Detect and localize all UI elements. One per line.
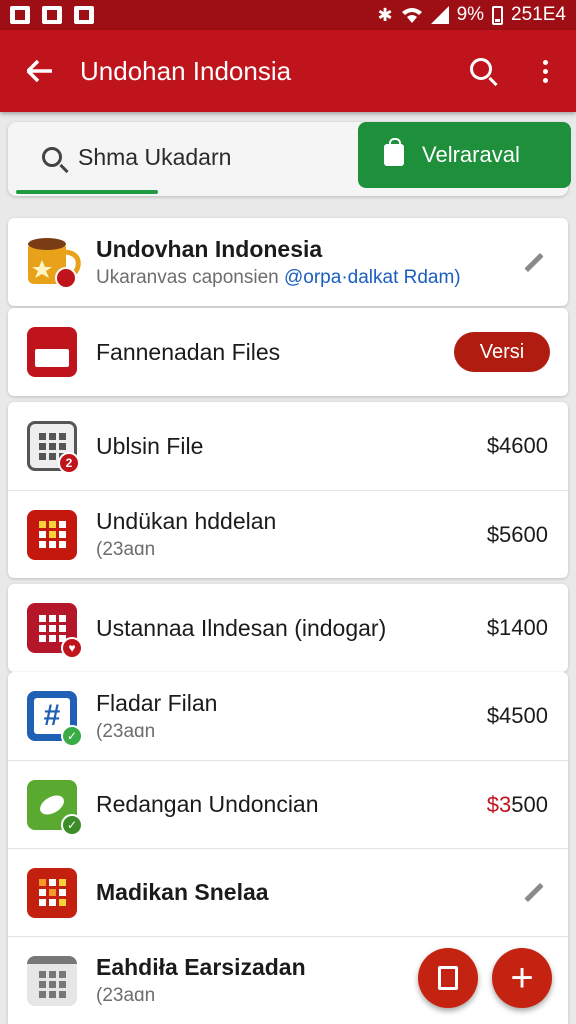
item-title: Fladar Filan (96, 689, 218, 716)
shopping-bag-icon (384, 138, 404, 166)
pencil-icon[interactable] (518, 246, 550, 278)
list-item[interactable]: ✓ Redangan Undoncian $3500 (8, 760, 568, 848)
files-card[interactable]: Fannenadan Files Versi (8, 308, 568, 396)
wifi-icon (401, 8, 422, 23)
file-list-group-2: ♥ Ustannaa Ilndesan (indogar) $1400 (8, 584, 568, 672)
battery-icon (492, 5, 504, 25)
page-title: Undohan Indonsia (80, 55, 292, 86)
list-item[interactable]: Undükan hddelan (23aɑn $5600 (8, 490, 568, 578)
back-arrow-icon[interactable] (0, 30, 80, 112)
search-panel: Shma Ukadarn Velraraval (8, 122, 571, 196)
item-price: $1400 (486, 615, 548, 640)
grid-calendar-icon (8, 849, 96, 937)
item-title: Ublsin File (96, 432, 204, 459)
item-title: Undükan hddelan (96, 508, 277, 534)
clock: 251E4 (511, 4, 566, 25)
list-item[interactable]: # ✓ Fladar Filan (23aɑn $4500 (8, 672, 568, 760)
shopping-icon (74, 6, 94, 24)
list-item[interactable]: ♥ Ustannaa Ilndesan (indogar) $1400 (8, 584, 568, 672)
profile-card[interactable]: Undovhan Indonesia Ukaranvas caponsien @… (8, 218, 568, 306)
green-leaf-icon: ✓ (8, 761, 96, 849)
battery-percent: 9% (456, 4, 485, 25)
files-label: Fannenadan Files (96, 338, 281, 365)
list-item[interactable]: 2 Ublsin File $4600 (8, 402, 568, 490)
signal-icon (430, 6, 449, 24)
edit-document-icon (438, 966, 458, 990)
calculator-icon (8, 937, 96, 1024)
file-list-group-1: 2 Ublsin File $4600 Undükan hddelan (23a… (8, 402, 568, 578)
grid-calendar-icon: ♥ (8, 584, 96, 672)
item-price: $3500 (486, 791, 548, 817)
action-button[interactable]: Velraraval (358, 122, 571, 188)
edit-document-button[interactable] (418, 948, 478, 1008)
list-item[interactable]: Madikan Snelaa (8, 848, 568, 936)
version-badge-button[interactable]: Versi (454, 332, 550, 372)
search-icon (470, 58, 492, 80)
notification-icons (10, 6, 94, 24)
add-button[interactable]: + (492, 948, 552, 1008)
search-text: Shma Ukadarn (78, 143, 232, 170)
more-options-button[interactable] (514, 30, 576, 112)
bluetooth-icon: ✱ (377, 4, 393, 25)
file-list-group-3: # ✓ Fladar Filan (23aɑn $4500 ✓ Redangan… (8, 672, 568, 1024)
search-input[interactable]: Shma Ukadarn (22, 132, 342, 182)
grid-calendar-icon (8, 491, 96, 579)
profile-subtitle: Ukaranvas caponsien @orpa·dalkat Rdam) (96, 266, 461, 288)
hash-grid-icon: # ✓ (8, 672, 96, 760)
more-vert-icon (542, 59, 548, 83)
item-title: Ustannaa Ilndesan (indogar) (96, 614, 387, 641)
item-price: $4600 (486, 433, 548, 458)
item-subtitle: (23aɑn (96, 720, 156, 742)
item-title: Madikan Snelaa (96, 879, 269, 905)
item-title: Redangan Undoncian (96, 791, 319, 817)
play-store-icon (10, 6, 30, 24)
grid-document-icon: 2 (8, 402, 96, 490)
search-focus-indicator (16, 190, 158, 194)
plus-icon: + (510, 956, 534, 1000)
profile-title: Undovhan Indonesia (96, 235, 323, 262)
coffee-cup-icon (8, 218, 96, 306)
item-price: $5600 (486, 521, 548, 547)
item-subtitle: (23aɑn (96, 539, 156, 560)
search-button[interactable] (452, 30, 514, 112)
action-button-label: Velraraval (422, 142, 520, 167)
item-price: $4500 (486, 703, 548, 728)
calendar-icon (8, 308, 96, 396)
app-bar: Undohan Indonsia (0, 30, 576, 112)
search-icon (42, 147, 62, 167)
image-icon (42, 6, 62, 24)
status-bar: ✱ 9% 251E4 (0, 0, 576, 30)
pencil-icon[interactable] (518, 877, 550, 909)
list-item[interactable]: Eahdiła Earsizadan (23aɑn (8, 936, 568, 1024)
system-icons: ✱ 9% 251E4 (377, 4, 566, 26)
profile-link[interactable]: @orpa·dalkat Rdam) (284, 267, 461, 288)
